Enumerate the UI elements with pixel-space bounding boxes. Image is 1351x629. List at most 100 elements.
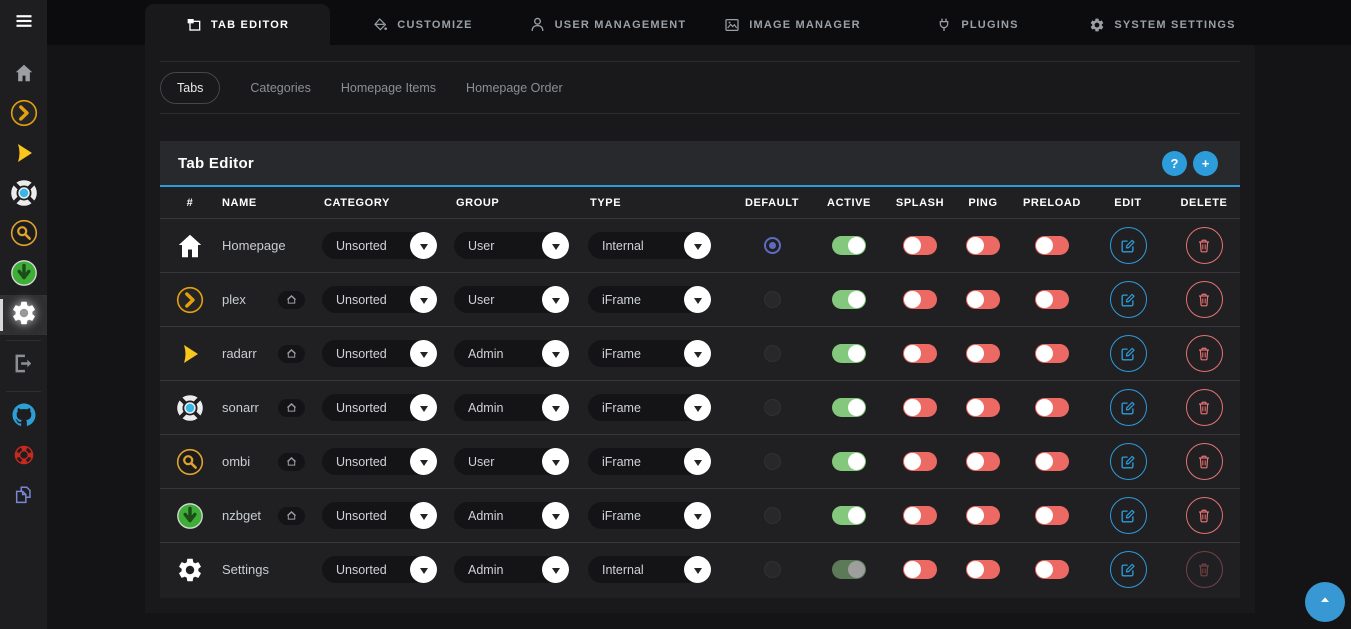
default-radio[interactable] bbox=[764, 507, 781, 524]
active-toggle[interactable] bbox=[832, 236, 866, 255]
ping-toggle[interactable] bbox=[966, 290, 1000, 309]
ping-toggle[interactable] bbox=[966, 398, 1000, 417]
sidebar-item-docs[interactable] bbox=[0, 477, 47, 517]
splash-toggle[interactable] bbox=[903, 452, 937, 471]
category-select[interactable]: Unsorted bbox=[322, 556, 437, 583]
category-select[interactable]: Unsorted bbox=[322, 502, 437, 529]
subtab-categories[interactable]: Categories bbox=[250, 81, 310, 95]
preload-toggle[interactable] bbox=[1035, 290, 1069, 309]
edit-button[interactable] bbox=[1110, 389, 1147, 426]
preload-toggle[interactable] bbox=[1035, 452, 1069, 471]
nzbget-icon bbox=[10, 259, 38, 292]
chevron-up-icon bbox=[1317, 592, 1333, 613]
default-radio[interactable] bbox=[764, 399, 781, 416]
subtab-tabs[interactable]: Tabs bbox=[160, 72, 220, 104]
help-button[interactable]: ? bbox=[1162, 151, 1187, 176]
type-select[interactable]: iFrame bbox=[588, 340, 711, 367]
category-select[interactable]: Unsorted bbox=[322, 394, 437, 421]
subtab-homepage-order[interactable]: Homepage Order bbox=[466, 81, 563, 95]
preload-toggle[interactable] bbox=[1035, 506, 1069, 525]
type-select[interactable]: Internal bbox=[588, 232, 711, 259]
sidebar-item-ombi[interactable] bbox=[0, 215, 47, 255]
sidebar-item-settings[interactable] bbox=[0, 295, 47, 335]
tab-customize[interactable]: CUSTOMIZE bbox=[330, 4, 515, 45]
edit-button[interactable] bbox=[1110, 281, 1147, 318]
edit-button[interactable] bbox=[1110, 227, 1147, 264]
subtab-homepage-items[interactable]: Homepage Items bbox=[341, 81, 436, 95]
active-toggle[interactable] bbox=[832, 344, 866, 363]
category-select[interactable]: Unsorted bbox=[322, 232, 437, 259]
column-header-ping: PING bbox=[950, 197, 1016, 209]
ping-toggle[interactable] bbox=[966, 452, 1000, 471]
edit-button[interactable] bbox=[1110, 335, 1147, 372]
splash-toggle[interactable] bbox=[903, 344, 937, 363]
type-select[interactable]: iFrame bbox=[588, 286, 711, 313]
group-select[interactable]: User bbox=[454, 286, 569, 313]
preload-toggle[interactable] bbox=[1035, 236, 1069, 255]
delete-button[interactable] bbox=[1186, 497, 1223, 534]
default-radio[interactable] bbox=[764, 561, 781, 578]
group-select[interactable]: User bbox=[454, 448, 569, 475]
sidebar-item-menu[interactable] bbox=[0, 0, 47, 46]
tab-image-manager[interactable]: IMAGE MANAGER bbox=[700, 4, 885, 45]
group-select[interactable]: Admin bbox=[454, 340, 569, 367]
sidebar-item-sonarr[interactable] bbox=[0, 175, 47, 215]
tab-user-management[interactable]: USER MANAGEMENT bbox=[515, 4, 700, 45]
scroll-to-top-button[interactable] bbox=[1305, 582, 1345, 622]
delete-button[interactable] bbox=[1186, 389, 1223, 426]
preload-toggle[interactable] bbox=[1035, 398, 1069, 417]
ping-toggle[interactable] bbox=[966, 506, 1000, 525]
preload-toggle[interactable] bbox=[1035, 344, 1069, 363]
sidebar-item-logout[interactable] bbox=[0, 346, 47, 386]
splash-toggle[interactable] bbox=[903, 290, 937, 309]
group-select[interactable]: Admin bbox=[454, 502, 569, 529]
default-radio[interactable] bbox=[764, 345, 781, 362]
delete-button[interactable] bbox=[1186, 551, 1223, 588]
preload-toggle[interactable] bbox=[1035, 560, 1069, 579]
edit-button[interactable] bbox=[1110, 497, 1147, 534]
sidebar-item-nzbget[interactable] bbox=[0, 255, 47, 295]
ombi-icon bbox=[10, 219, 38, 252]
group-select[interactable]: Admin bbox=[454, 394, 569, 421]
default-radio[interactable] bbox=[764, 291, 781, 308]
tab-tab-editor[interactable]: TAB EDITOR bbox=[145, 4, 330, 45]
delete-button[interactable] bbox=[1186, 281, 1223, 318]
sidebar-item-github[interactable] bbox=[0, 397, 47, 437]
sidebar-item-home[interactable] bbox=[0, 55, 47, 95]
type-select[interactable]: iFrame bbox=[588, 502, 711, 529]
edit-button[interactable] bbox=[1110, 443, 1147, 480]
type-select[interactable]: iFrame bbox=[588, 448, 711, 475]
active-toggle[interactable] bbox=[832, 452, 866, 471]
splash-toggle[interactable] bbox=[903, 236, 937, 255]
category-select[interactable]: Unsorted bbox=[322, 340, 437, 367]
tab-system-settings[interactable]: SYSTEM SETTINGS bbox=[1070, 4, 1255, 45]
default-radio[interactable] bbox=[764, 453, 781, 470]
category-select[interactable]: Unsorted bbox=[322, 286, 437, 313]
delete-button[interactable] bbox=[1186, 227, 1223, 264]
group-select[interactable]: Admin bbox=[454, 556, 569, 583]
ping-toggle[interactable] bbox=[966, 344, 1000, 363]
ping-toggle[interactable] bbox=[966, 560, 1000, 579]
add-tab-button[interactable]: + bbox=[1193, 151, 1218, 176]
active-toggle[interactable] bbox=[832, 560, 866, 579]
category-select[interactable]: Unsorted bbox=[322, 448, 437, 475]
default-radio[interactable] bbox=[764, 237, 781, 254]
tab-plugins[interactable]: PLUGINS bbox=[885, 4, 1070, 45]
sidebar-item-radarr[interactable] bbox=[0, 135, 47, 175]
delete-button[interactable] bbox=[1186, 443, 1223, 480]
ping-toggle[interactable] bbox=[966, 236, 1000, 255]
active-toggle[interactable] bbox=[832, 398, 866, 417]
type-select[interactable]: iFrame bbox=[588, 394, 711, 421]
sidebar-item-support[interactable] bbox=[0, 437, 47, 477]
splash-toggle[interactable] bbox=[903, 506, 937, 525]
active-toggle[interactable] bbox=[832, 290, 866, 309]
type-select[interactable]: Internal bbox=[588, 556, 711, 583]
sidebar-item-plex[interactable] bbox=[0, 95, 47, 135]
group-value: Admin bbox=[454, 401, 503, 415]
active-toggle[interactable] bbox=[832, 506, 866, 525]
group-select[interactable]: User bbox=[454, 232, 569, 259]
splash-toggle[interactable] bbox=[903, 560, 937, 579]
delete-button[interactable] bbox=[1186, 335, 1223, 372]
splash-toggle[interactable] bbox=[903, 398, 937, 417]
edit-button[interactable] bbox=[1110, 551, 1147, 588]
